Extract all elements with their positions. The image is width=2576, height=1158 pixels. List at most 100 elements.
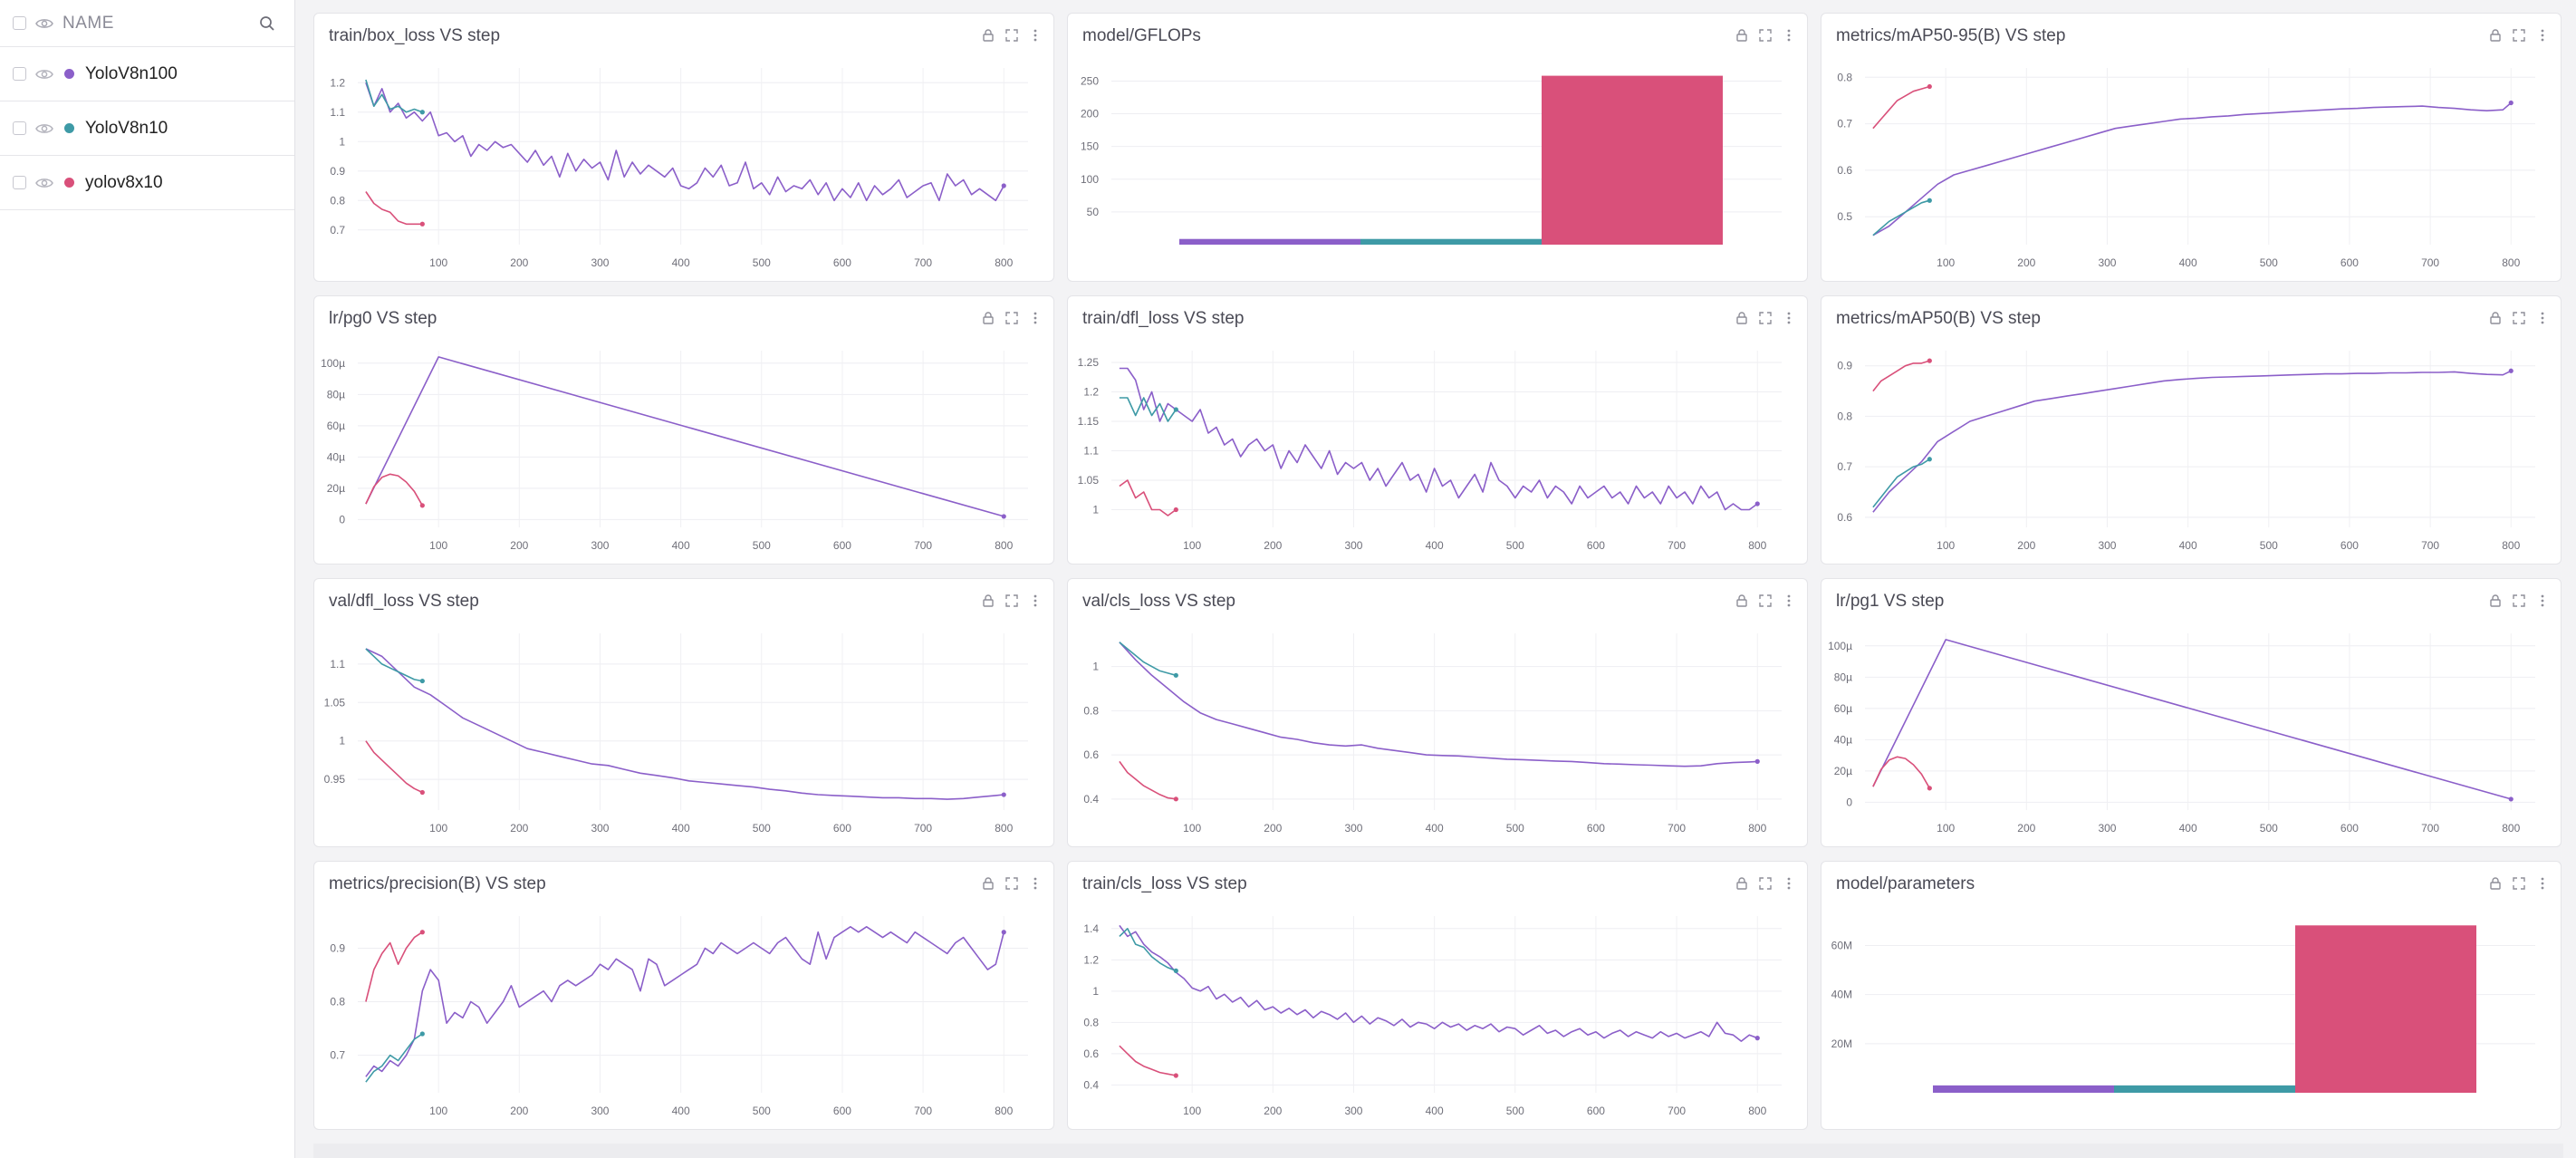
series-end-point: [419, 221, 425, 227]
chart-plot-area[interactable]: 0.95 1 1.05 1.1 100 200 300 400 500 600 700 800: [314, 579, 1055, 848]
charts-grid: train/box_loss VS step 0.7 0.8 0.9 1 1.1 1.2 10…: [313, 13, 2563, 1145]
chart-plot-area[interactable]: 1 1.05 1.1 1.15 1.2 1.25 100 200 300 400 500 600 700…: [1068, 296, 1809, 565]
chart-plot-area[interactable]: 0.7 0.8 0.9 100 200 300 400 500 600 700 800: [314, 862, 1055, 1131]
bar-YoloV8n10: [2114, 1085, 2295, 1093]
x-tick-label: 500: [753, 1105, 771, 1117]
x-tick-label: 300: [591, 539, 609, 552]
y-tick-label: 1.2: [1083, 386, 1099, 399]
chart-plot-area[interactable]: 0.4 0.6 0.8 1 100 200 300 400 500 600 700 800: [1068, 579, 1809, 848]
x-tick-label: 300: [591, 1105, 609, 1117]
chart-panel[interactable]: train/dfl_loss VS step 1 1.05 1.1 1.15 1.2 1.2…: [1067, 295, 1808, 565]
y-tick-label: 40M: [1831, 989, 1852, 1001]
x-tick-label: 800: [995, 256, 1013, 269]
y-tick-label: 0.9: [1837, 360, 1852, 372]
chart-panel[interactable]: metrics/mAP50-95(B) VS step 0.5 0.6 0.7 0.8 1…: [1821, 13, 2562, 282]
x-tick-label: 800: [2502, 822, 2520, 835]
x-tick-label: 800: [2502, 256, 2520, 269]
chart-plot-area[interactable]: 0.4 0.6 0.8 1 1.2 1.4 100 200 300 400 500 600 700 800: [1068, 862, 1809, 1131]
x-tick-label: 400: [2179, 539, 2197, 552]
x-tick-label: 200: [2017, 256, 2035, 269]
select-all-checkbox[interactable]: [13, 16, 26, 30]
chart-plot-area[interactable]: 0 20µ 40µ 60µ 80µ 100µ 100 200 300 400 500 600 700 80…: [314, 296, 1055, 565]
chart-panel[interactable]: train/cls_loss VS step 0.4 0.6 0.8 1 1.2 1.4 10…: [1067, 861, 1808, 1130]
series-end-point: [1173, 672, 1178, 678]
series-end-point: [1927, 786, 1932, 791]
x-tick-label: 400: [1426, 822, 1444, 835]
chart-plot-area[interactable]: 0.5 0.6 0.7 0.8 100 200 300 400 500 600 700 800: [1821, 14, 2562, 283]
x-tick-label: 400: [1426, 1105, 1444, 1117]
x-tick-label: 700: [2421, 256, 2439, 269]
chart-plot-area[interactable]: 0.7 0.8 0.9 1 1.1 1.2 100 200 300 400 500 600 700 800: [314, 14, 1055, 283]
chart-panel[interactable]: metrics/precision(B) VS step 0.7 0.8 0.9 100…: [313, 861, 1054, 1130]
x-tick-label: 700: [914, 539, 932, 552]
series-line-YoloV8n10: [1119, 642, 1177, 677]
bar-YoloV8n100: [1179, 238, 1360, 245]
run-row[interactable]: YoloV8n10: [0, 101, 294, 156]
run-select-checkbox[interactable]: [13, 176, 26, 189]
y-tick-label: 0.6: [1083, 748, 1099, 761]
x-tick-label: 500: [753, 822, 771, 835]
visibility-eye-icon[interactable]: [35, 177, 53, 189]
x-tick-label: 400: [672, 539, 690, 552]
chart-plot-area[interactable]: 20M 40M 60M: [1821, 862, 2562, 1131]
x-tick-label: 100: [429, 1105, 447, 1117]
chart-plot-area[interactable]: 0.6 0.7 0.8 0.9 100 200 300 400 500 600 700 800: [1821, 296, 2562, 565]
run-name: yolov8x10: [85, 172, 163, 192]
x-tick-label: 500: [2260, 539, 2278, 552]
chart-plot-area[interactable]: 50 100 150 200 250: [1068, 14, 1809, 283]
x-tick-label: 400: [672, 256, 690, 269]
series-end-point: [1754, 758, 1760, 764]
run-row[interactable]: YoloV8n100: [0, 47, 294, 101]
series-end-point: [419, 1031, 425, 1037]
chart-panel[interactable]: val/cls_loss VS step 0.4 0.6 0.8 1 100 200 300 4…: [1067, 578, 1808, 847]
x-tick-label: 400: [1426, 539, 1444, 552]
series-line-yolov8x10: [365, 191, 423, 226]
x-tick-label: 800: [995, 822, 1013, 835]
y-tick-label: 1.1: [330, 106, 345, 119]
y-tick-label: 100µ: [321, 357, 345, 370]
y-tick-label: 60M: [1831, 940, 1852, 952]
horizontal-scrollbar[interactable]: [313, 1144, 2563, 1158]
chart-panel[interactable]: metrics/mAP50(B) VS step 0.6 0.7 0.8 0.9 100 2…: [1821, 295, 2562, 565]
y-tick-label: 200: [1081, 108, 1099, 121]
chart-panel[interactable]: lr/pg1 VS step 0 20µ 40µ 60µ 80µ 100µ 100 200 300…: [1821, 578, 2562, 847]
y-tick-label: 20µ: [327, 482, 345, 495]
x-tick-label: 800: [995, 539, 1013, 552]
series-end-point: [1001, 183, 1006, 188]
y-tick-label: 0.9: [330, 165, 345, 178]
chart-plot-area[interactable]: 0 20µ 40µ 60µ 80µ 100µ 100 200 300 400 500 600 700 80…: [1821, 579, 2562, 848]
y-tick-label: 0.8: [330, 996, 345, 1008]
chart-panel[interactable]: val/dfl_loss VS step 0.95 1 1.05 1.1 100 200 30…: [313, 578, 1054, 847]
visibility-eye-icon[interactable]: [35, 122, 53, 135]
series-line-YoloV8n100: [365, 648, 1004, 800]
series-line-YoloV8n100: [1119, 924, 1758, 1042]
y-tick-label: 0.8: [1083, 1016, 1099, 1028]
run-select-checkbox[interactable]: [13, 121, 26, 135]
x-tick-label: 700: [1668, 822, 1686, 835]
series-end-point: [1927, 358, 1932, 363]
chart-panel[interactable]: model/GFLOPs 50 100 150 200 250: [1067, 13, 1808, 282]
y-tick-label: 80µ: [327, 388, 345, 400]
series-line-yolov8x10: [365, 931, 423, 1002]
visibility-eye-icon[interactable]: [35, 17, 53, 30]
chart-panel[interactable]: train/box_loss VS step 0.7 0.8 0.9 1 1.1 1.2 10…: [313, 13, 1054, 282]
run-row[interactable]: yolov8x10: [0, 156, 294, 210]
x-tick-label: 400: [672, 822, 690, 835]
series-line-yolov8x10: [1872, 85, 1930, 130]
search-icon[interactable]: [258, 14, 276, 33]
y-tick-label: 1.05: [324, 696, 346, 709]
run-select-checkbox[interactable]: [13, 67, 26, 81]
series-line-yolov8x10: [365, 740, 423, 794]
x-tick-label: 100: [429, 822, 447, 835]
x-tick-label: 200: [2017, 539, 2035, 552]
chart-panel[interactable]: lr/pg0 VS step 0 20µ 40µ 60µ 80µ 100µ 100 200 300…: [313, 295, 1054, 565]
chart-panel[interactable]: model/parameters 20M 40M 60M: [1821, 861, 2562, 1130]
series-line-YoloV8n10: [365, 79, 423, 113]
y-tick-label: 0.5: [1837, 210, 1852, 223]
y-tick-label: 60µ: [1834, 702, 1852, 715]
y-tick-label: 1.2: [330, 76, 345, 89]
visibility-eye-icon[interactable]: [35, 68, 53, 81]
x-tick-label: 100: [1183, 1105, 1201, 1117]
bar-YoloV8n100: [1933, 1085, 2114, 1093]
y-tick-label: 1.1: [330, 658, 345, 671]
